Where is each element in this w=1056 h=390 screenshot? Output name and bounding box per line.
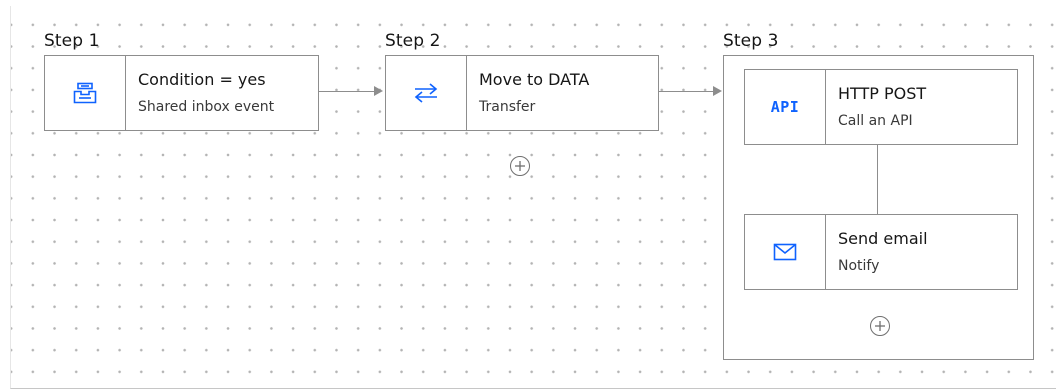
- http-post-node[interactable]: API HTTP POST Call an API: [744, 69, 1018, 145]
- connector-step1-step2: [319, 91, 375, 92]
- step-2-label: Step 2: [385, 31, 441, 51]
- step-3-label: Step 3: [723, 31, 779, 51]
- move-node-subtitle: Transfer: [479, 99, 536, 115]
- arrowhead-icon: [713, 86, 722, 96]
- http-post-node-title: HTTP POST: [838, 84, 927, 103]
- connector-step2-step3: [659, 91, 714, 92]
- api-icon-text: API: [770, 98, 800, 116]
- add-action-button[interactable]: [870, 316, 890, 336]
- http-post-node-subtitle: Call an API: [838, 113, 913, 129]
- plus-icon: [875, 321, 885, 331]
- condition-node[interactable]: Condition = yes Shared inbox event: [44, 55, 319, 131]
- api-icon: API: [745, 70, 826, 144]
- add-step-button[interactable]: [510, 156, 530, 176]
- step-1-label: Step 1: [44, 31, 100, 51]
- envelope-icon: [745, 215, 826, 289]
- send-email-node-title: Send email: [838, 229, 928, 248]
- arrowhead-icon: [374, 86, 383, 96]
- condition-node-title: Condition = yes: [138, 70, 266, 89]
- connector-http-email: [877, 145, 878, 214]
- inbox-tray-icon: [45, 56, 126, 130]
- condition-node-subtitle: Shared inbox event: [138, 99, 275, 115]
- move-node-title: Move to DATA: [479, 70, 590, 89]
- send-email-node[interactable]: Send email Notify: [744, 214, 1018, 290]
- swap-arrows-icon: [386, 56, 467, 130]
- move-node[interactable]: Move to DATA Transfer: [385, 55, 659, 131]
- send-email-node-subtitle: Notify: [838, 258, 880, 274]
- plus-icon: [515, 161, 525, 171]
